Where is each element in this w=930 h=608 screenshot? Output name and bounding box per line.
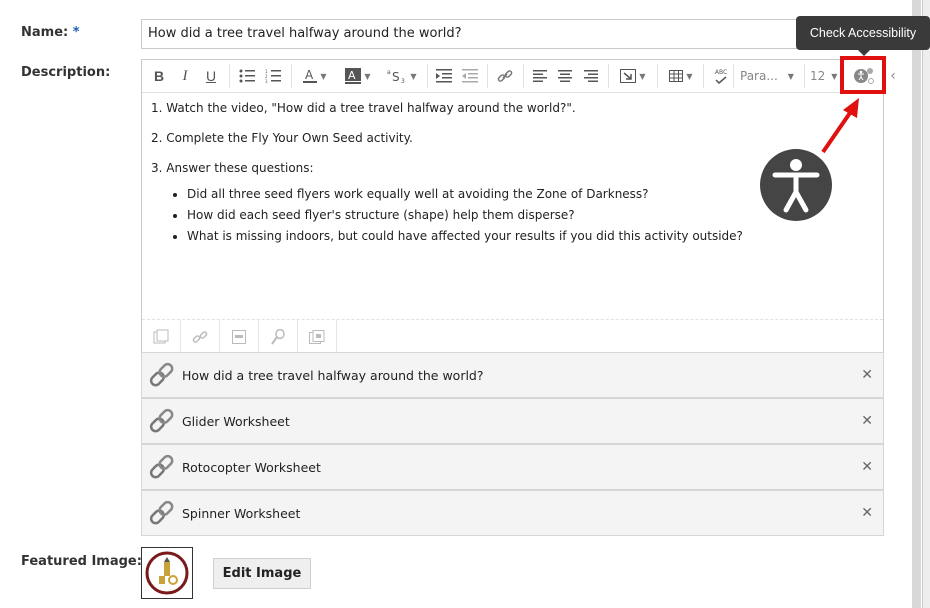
attachment-title[interactable]: Glider Worksheet — [182, 414, 290, 429]
edit-image-button[interactable]: Edit Image — [213, 558, 311, 589]
svg-text:A: A — [348, 69, 356, 82]
link-icon — [142, 406, 182, 436]
highlight-box — [840, 56, 886, 94]
numbered-list-icon[interactable]: 123 — [262, 65, 284, 87]
svg-text:S: S — [392, 70, 400, 84]
link-icon[interactable] — [494, 65, 516, 87]
editor-bottom-toolbar — [142, 319, 883, 354]
bullet-list-icon[interactable] — [236, 65, 258, 87]
attachment-row[interactable]: How did a tree travel halfway around the… — [141, 352, 884, 398]
svg-text:a: a — [387, 69, 391, 76]
toolbar-divider — [657, 64, 658, 88]
align-center-icon[interactable] — [555, 65, 575, 87]
required-mark: * — [72, 25, 80, 40]
toolbar-divider — [291, 64, 292, 88]
toolbar-divider — [608, 64, 609, 88]
attachment-title[interactable]: How did a tree travel halfway around the… — [182, 368, 484, 383]
toolbar-divider — [229, 64, 230, 88]
toolbar-divider — [804, 64, 805, 88]
align-left-icon[interactable] — [530, 65, 550, 87]
check-accessibility-tooltip: Check Accessibility — [796, 16, 930, 50]
insert-media-icon[interactable] — [298, 320, 337, 354]
scrollbar-track-outer[interactable] — [922, 0, 930, 608]
insert-stuff-icon[interactable]: ▼ — [615, 65, 651, 87]
link-icon — [142, 452, 182, 482]
content-paragraph: 2. Complete the Fly Your Own Seed activi… — [151, 131, 413, 145]
chevron-left-icon[interactable]: ‹ — [886, 65, 900, 87]
toolbar-divider — [487, 64, 488, 88]
align-right-icon[interactable] — [581, 65, 601, 87]
paragraph-format-value: Para... — [740, 69, 778, 83]
description-label: Description: — [21, 65, 111, 80]
attachment-row[interactable]: Rotocopter Worksheet ✕ — [141, 444, 884, 490]
attachment-title[interactable]: Spinner Worksheet — [182, 506, 300, 521]
svg-text:3: 3 — [265, 79, 268, 83]
superscript-icon[interactable]: a S 3 ▼ — [384, 65, 420, 87]
outdent-icon[interactable] — [460, 65, 480, 87]
toolbar-divider — [733, 64, 734, 88]
font-color-icon[interactable]: A ▼ — [298, 65, 332, 87]
attachment-row[interactable]: Spinner Worksheet ✕ — [141, 490, 884, 536]
close-icon[interactable]: ✕ — [861, 367, 873, 383]
spellcheck-text: ABC — [714, 68, 728, 76]
bold-button[interactable]: B — [150, 65, 168, 87]
insert-link-icon[interactable] — [181, 320, 220, 354]
underline-button[interactable]: U — [202, 65, 220, 87]
table-icon[interactable]: ▼ — [663, 65, 699, 87]
font-size-value: 12 — [810, 69, 826, 83]
close-icon[interactable]: ✕ — [861, 459, 873, 475]
accessibility-icon — [760, 149, 832, 221]
attachment-row[interactable]: Glider Worksheet ✕ — [141, 398, 884, 444]
name-label: Name: * — [21, 25, 80, 40]
paragraph-format-select[interactable]: Para... ▼ — [740, 65, 800, 87]
svg-text:3: 3 — [401, 78, 405, 84]
svg-text:A: A — [305, 68, 314, 82]
attachment-title[interactable]: Rotocopter Worksheet — [182, 460, 321, 475]
toolbar-divider — [427, 64, 428, 88]
spellcheck-icon[interactable]: ABC — [707, 65, 735, 87]
link-icon — [142, 498, 182, 528]
featured-image-thumbnail[interactable] — [141, 547, 193, 599]
list-item: What is missing indoors, but could have … — [187, 228, 871, 244]
featured-image-logo — [145, 551, 189, 595]
content-paragraph: 1. Watch the video, "How did a tree trav… — [151, 101, 576, 115]
insert-file-icon[interactable] — [220, 320, 259, 354]
scrollbar-track[interactable] — [912, 0, 921, 608]
toolbar-divider — [703, 64, 704, 88]
font-size-select[interactable]: 12 ▼ — [810, 65, 840, 87]
insert-quicklink-icon[interactable] — [142, 320, 181, 354]
close-icon[interactable]: ✕ — [861, 505, 873, 521]
editor-toolbar: B I U 123 A ▼ A ▼ a S 3 ▼ ▼ ▼ ABC Para..… — [142, 60, 896, 93]
name-label-text: Name: — [21, 25, 69, 40]
record-audio-icon[interactable] — [259, 320, 298, 354]
toolbar-divider — [523, 64, 524, 88]
featured-image-label: Featured Image: — [21, 554, 142, 569]
name-input[interactable]: How did a tree travel halfway around the… — [141, 19, 841, 49]
italic-button[interactable]: I — [176, 65, 194, 87]
indent-icon[interactable] — [434, 65, 454, 87]
link-icon — [142, 360, 182, 390]
close-icon[interactable]: ✕ — [861, 413, 873, 429]
highlight-color-icon[interactable]: A ▼ — [340, 65, 376, 87]
